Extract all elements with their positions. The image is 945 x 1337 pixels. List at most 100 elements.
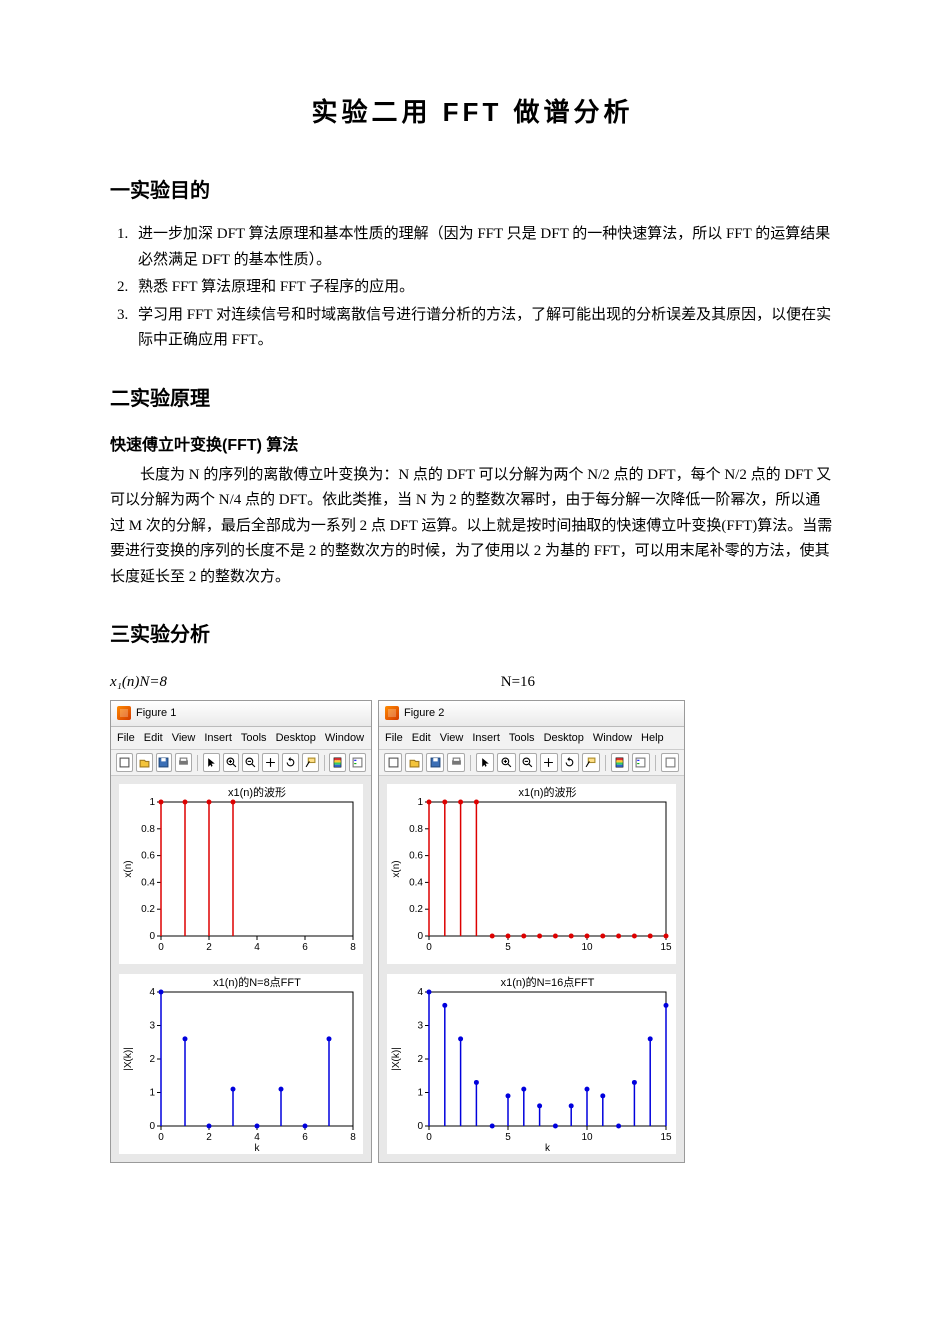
menu-view[interactable]: View <box>172 729 196 748</box>
open-icon[interactable] <box>405 753 423 772</box>
rotate-icon[interactable] <box>561 753 579 772</box>
list-item: 学习用 FFT 对连续信号和时域离散信号进行谱分析的方法，了解可能出现的分析误差… <box>132 303 835 354</box>
save-icon[interactable] <box>426 753 444 772</box>
svg-text:0.8: 0.8 <box>409 824 423 835</box>
menu-file[interactable]: File <box>385 729 403 748</box>
matlab-icon <box>117 706 131 720</box>
svg-text:0.6: 0.6 <box>141 851 155 862</box>
datacursor-icon[interactable] <box>302 753 319 772</box>
svg-text:0: 0 <box>417 931 423 942</box>
colorbar-icon[interactable] <box>611 753 629 772</box>
toolbar <box>379 750 684 776</box>
svg-text:0: 0 <box>426 942 432 953</box>
axes-x1n8-fft: x1(n)的N=8点FFT0123402468|X(k)|k <box>119 974 363 1154</box>
menu-view[interactable]: View <box>440 729 464 748</box>
menu-file[interactable]: File <box>117 729 135 748</box>
legend-icon[interactable] <box>632 753 650 772</box>
svg-text:0: 0 <box>426 1132 432 1143</box>
svg-text:0.4: 0.4 <box>409 878 423 889</box>
print-icon[interactable] <box>175 753 192 772</box>
print-icon[interactable] <box>447 753 465 772</box>
list-item: 进一步加深 DFT 算法原理和基本性质的理解（因为 FFT 只是 DFT 的一种… <box>132 222 835 273</box>
zoom-in-icon[interactable] <box>497 753 515 772</box>
section-2-subheading: 快速傅立叶变换(FFT) 算法 <box>110 432 835 459</box>
matlab-figure-window-1: Figure 1 File Edit View Insert Tools Des… <box>110 700 372 1163</box>
svg-text:x1(n)的N=8点FFT: x1(n)的N=8点FFT <box>213 975 301 989</box>
menubar[interactable]: File Edit View Insert Tools Desktop Wind… <box>379 727 684 751</box>
section-3-heading: 三实验分析 <box>110 618 835 652</box>
axes-x1n8-waveform: x1(n)的波形00.20.40.60.8102468x(n) <box>119 784 363 964</box>
svg-text:8: 8 <box>350 1132 356 1143</box>
zoom-in-icon[interactable] <box>223 753 240 772</box>
svg-text:0: 0 <box>417 1121 423 1132</box>
svg-text:0.2: 0.2 <box>141 904 155 915</box>
toolbar <box>111 750 371 776</box>
svg-text:0.8: 0.8 <box>141 824 155 835</box>
svg-text:2: 2 <box>206 1132 212 1143</box>
pointer-icon[interactable] <box>203 753 220 772</box>
open-icon[interactable] <box>136 753 153 772</box>
menu-insert[interactable]: Insert <box>472 729 500 748</box>
svg-text:5: 5 <box>505 942 511 953</box>
svg-text:2: 2 <box>149 1054 155 1065</box>
svg-text:|X(k)|: |X(k)| <box>123 1047 134 1071</box>
datacursor-icon[interactable] <box>582 753 600 772</box>
divider <box>655 755 656 771</box>
menu-desktop[interactable]: Desktop <box>544 729 584 748</box>
divider <box>324 755 325 771</box>
pan-icon[interactable] <box>262 753 279 772</box>
svg-text:4: 4 <box>254 942 260 953</box>
legend-icon[interactable] <box>349 753 366 772</box>
save-icon[interactable] <box>156 753 173 772</box>
window-title: Figure 2 <box>404 704 444 723</box>
svg-text:x(n): x(n) <box>123 861 134 878</box>
section-2-paragraph: 长度为 N 的序列的离散傅立叶变换为：N 点的 DFT 可以分解为两个 N/2 … <box>110 463 835 591</box>
svg-text:0: 0 <box>158 1132 164 1143</box>
svg-text:4: 4 <box>149 987 155 998</box>
new-icon[interactable] <box>116 753 133 772</box>
svg-text:15: 15 <box>660 942 672 953</box>
menu-help[interactable]: Help <box>641 729 664 748</box>
svg-text:15: 15 <box>660 1132 672 1143</box>
menu-tools[interactable]: Tools <box>241 729 267 748</box>
svg-text:0: 0 <box>149 1121 155 1132</box>
svg-text:0.2: 0.2 <box>409 904 423 915</box>
svg-text:3: 3 <box>149 1021 155 1032</box>
svg-text:1: 1 <box>149 797 155 808</box>
new-icon[interactable] <box>384 753 402 772</box>
svg-text:1: 1 <box>149 1088 155 1099</box>
pan-icon[interactable] <box>540 753 558 772</box>
matlab-figure-window-2: Figure 2 File Edit View Insert Tools Des… <box>378 700 685 1163</box>
section-2-heading: 二实验原理 <box>110 382 835 416</box>
svg-text:1: 1 <box>417 797 423 808</box>
svg-text:8: 8 <box>350 942 356 953</box>
axes-x1n16-waveform: x1(n)的波形00.20.40.60.81051015x(n) <box>387 784 676 964</box>
menu-desktop[interactable]: Desktop <box>276 729 316 748</box>
titlebar: Figure 2 <box>379 701 684 727</box>
menu-edit[interactable]: Edit <box>144 729 163 748</box>
svg-text:4: 4 <box>254 1132 260 1143</box>
menubar[interactable]: File Edit View Insert Tools Desktop Wind… <box>111 727 371 751</box>
svg-text:10: 10 <box>581 942 593 953</box>
plot-tools-icon[interactable] <box>661 753 679 772</box>
label-n16: N=16 <box>501 674 535 690</box>
menu-insert[interactable]: Insert <box>204 729 232 748</box>
colorbar-icon[interactable] <box>329 753 346 772</box>
page-title: 实验二用 FFT 做谱分析 <box>110 90 835 134</box>
menu-window[interactable]: Window <box>593 729 632 748</box>
rotate-icon[interactable] <box>282 753 299 772</box>
svg-text:k: k <box>255 1143 261 1154</box>
svg-text:10: 10 <box>581 1132 593 1143</box>
list-item: 熟悉 FFT 算法原理和 FFT 子程序的应用。 <box>132 275 835 301</box>
pointer-icon[interactable] <box>476 753 494 772</box>
zoom-out-icon[interactable] <box>242 753 259 772</box>
svg-text:6: 6 <box>302 942 308 953</box>
svg-text:|X(k)|: |X(k)| <box>391 1047 402 1071</box>
section-1-heading: 一实验目的 <box>110 174 835 208</box>
menu-window[interactable]: Window <box>325 729 364 748</box>
menu-edit[interactable]: Edit <box>412 729 431 748</box>
matlab-icon <box>385 706 399 720</box>
zoom-out-icon[interactable] <box>519 753 537 772</box>
divider <box>470 755 471 771</box>
menu-tools[interactable]: Tools <box>509 729 535 748</box>
